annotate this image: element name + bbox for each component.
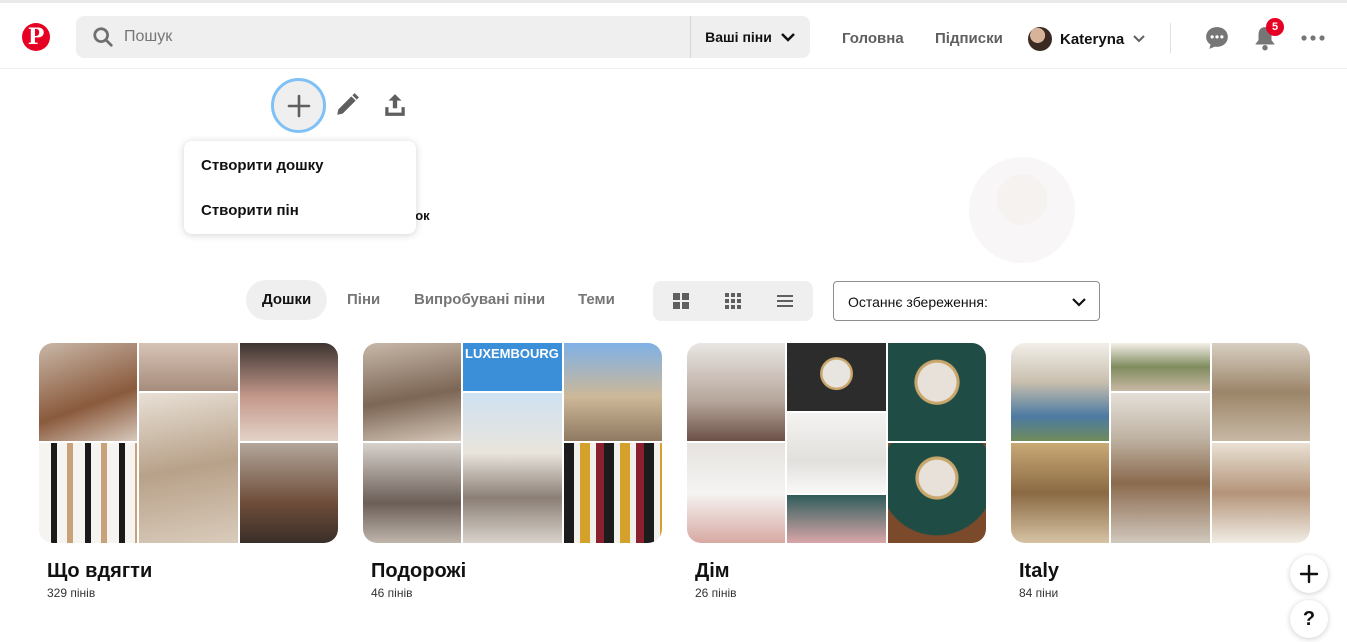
board-cover-image xyxy=(240,343,338,441)
tab-pins[interactable]: Піни xyxy=(347,280,380,320)
board-cover-image xyxy=(787,413,886,493)
view-toggle-group xyxy=(653,281,813,321)
search-input[interactable] xyxy=(124,16,684,58)
search-icon xyxy=(93,27,113,47)
board-card[interactable]: Дім 26 пінів xyxy=(687,343,986,600)
board-cover-image xyxy=(687,343,785,441)
board-cover-collage xyxy=(39,343,338,543)
board-cover-image xyxy=(888,343,986,441)
board-cover-image xyxy=(787,495,886,543)
create-button[interactable] xyxy=(271,78,326,133)
board-pin-count: 46 пінів xyxy=(371,586,413,600)
profile-photo xyxy=(969,157,1075,263)
board-cover-image xyxy=(39,343,137,441)
search-scope-label: Ваші піни xyxy=(705,29,772,45)
plus-icon xyxy=(287,94,310,117)
grid-small-icon[interactable] xyxy=(723,291,743,311)
chevron-down-icon xyxy=(1133,35,1145,43)
board-cover-image xyxy=(564,343,662,441)
board-pin-count: 84 піни xyxy=(1019,586,1059,600)
board-cover-collage xyxy=(1011,343,1310,543)
search-bar: Ваші піни xyxy=(76,16,810,58)
board-cover-image xyxy=(1011,443,1109,543)
plus-icon xyxy=(1299,564,1319,584)
tab-boards[interactable]: Дошки xyxy=(246,280,328,320)
board-cover-image xyxy=(139,393,238,543)
chevron-down-icon xyxy=(1072,298,1086,307)
board-card[interactable]: Italy 84 піни xyxy=(1011,343,1310,600)
image-text-luxembourg: LUXEMBOURG xyxy=(465,346,559,361)
board-cover-image xyxy=(1111,393,1210,543)
board-pin-count: 26 пінів xyxy=(695,586,737,600)
list-view-icon[interactable] xyxy=(775,291,795,311)
menu-item-create-board[interactable]: Створити дошку xyxy=(201,157,324,174)
messages-icon[interactable] xyxy=(1204,25,1230,51)
help-button[interactable]: ? xyxy=(1290,600,1328,638)
board-cover-image xyxy=(363,343,461,441)
sort-selected-label: Останнє збереження: xyxy=(848,294,988,310)
pinterest-logo[interactable]: P xyxy=(22,23,50,51)
board-cover-image xyxy=(240,443,338,543)
board-card[interactable]: Що вдягти 329 пінів xyxy=(39,343,338,600)
board-cover-image: LUXEMBOURG xyxy=(463,343,562,391)
search-scope-dropdown[interactable]: Ваші піни xyxy=(691,16,810,58)
board-cover-image xyxy=(1011,343,1109,441)
tab-tried-pins[interactable]: Випробувані піни xyxy=(414,280,545,320)
user-menu[interactable]: Kateryna xyxy=(1028,27,1146,51)
board-title: Дім xyxy=(695,560,730,582)
board-title: Italy xyxy=(1019,560,1060,582)
sort-select[interactable]: Останнє збереження: xyxy=(833,281,1100,321)
nav-following-link[interactable]: Підписки xyxy=(935,30,1003,47)
avatar xyxy=(1028,27,1052,51)
board-card[interactable]: LUXEMBOURG Подорожі 46 пінів xyxy=(363,343,662,600)
nav-home-link[interactable]: Головна xyxy=(842,30,904,47)
board-cover-image xyxy=(787,343,886,411)
board-cover-image xyxy=(1212,443,1310,543)
board-cover-image xyxy=(363,443,461,543)
board-cover-image xyxy=(888,443,986,543)
edit-pencil-icon[interactable] xyxy=(334,92,360,118)
board-title: Подорожі xyxy=(371,560,467,582)
create-dropdown-menu: Створити дошку Створити пін xyxy=(184,141,416,234)
header-divider xyxy=(1170,23,1171,53)
board-title: Що вдягти xyxy=(47,560,153,582)
tab-topics[interactable]: Теми xyxy=(578,280,615,320)
board-pin-count: 329 пінів xyxy=(47,586,96,600)
help-icon: ? xyxy=(1302,607,1316,630)
top-nav-bar: P Ваші піни Головна Підписки Kateryna 5 xyxy=(0,0,1347,69)
floating-create-button[interactable] xyxy=(1290,555,1328,593)
chevron-down-icon xyxy=(780,33,795,42)
grid-large-icon[interactable] xyxy=(671,291,691,311)
board-cover-collage xyxy=(687,343,986,543)
board-cover-image xyxy=(1111,343,1210,391)
board-cover-image xyxy=(687,443,785,543)
board-cover-image xyxy=(564,443,662,543)
board-cover-image xyxy=(1212,343,1310,441)
board-cover-collage: LUXEMBOURG xyxy=(363,343,662,543)
more-options-icon[interactable] xyxy=(1300,25,1326,51)
board-cover-image xyxy=(139,343,238,391)
share-upload-icon[interactable] xyxy=(382,92,408,118)
menu-item-create-pin[interactable]: Створити пін xyxy=(201,202,299,219)
board-cover-image xyxy=(463,393,562,543)
user-name: Kateryna xyxy=(1060,30,1125,48)
notifications-badge: 5 xyxy=(1266,18,1284,36)
board-cover-image xyxy=(39,443,137,543)
